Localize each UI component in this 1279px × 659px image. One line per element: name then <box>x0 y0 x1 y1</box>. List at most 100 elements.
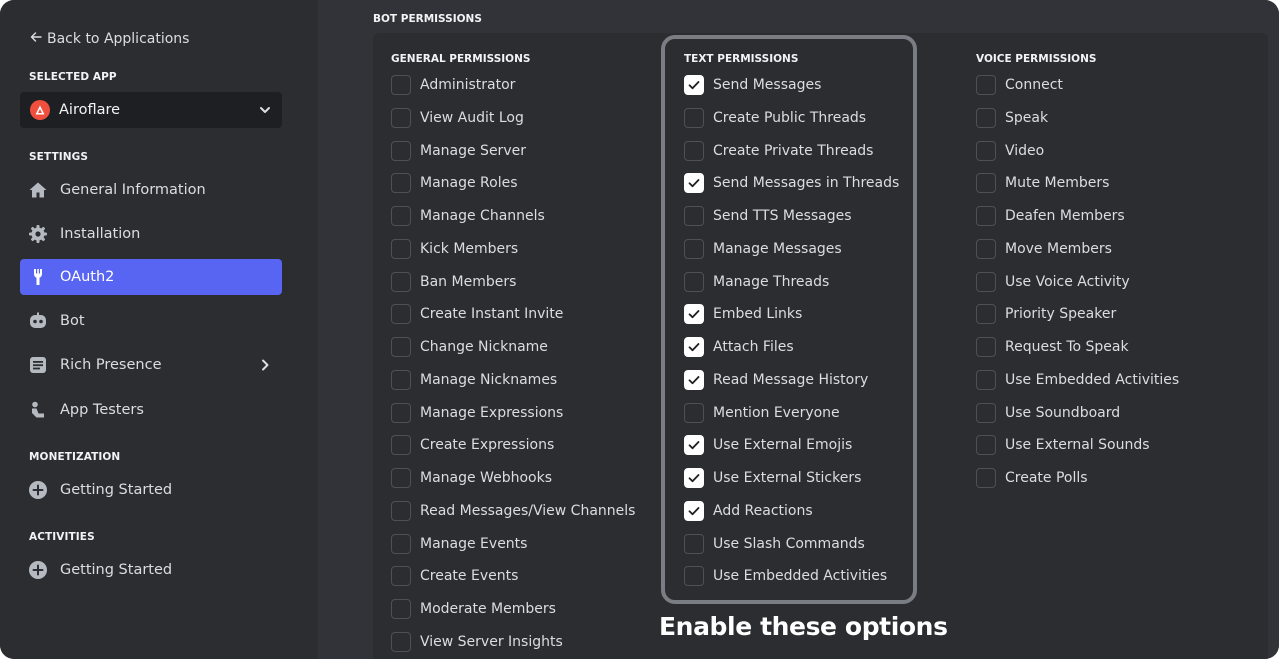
permission-checkbox-row[interactable]: Manage Nicknames <box>391 368 557 392</box>
permission-checkbox-row[interactable]: Manage Roles <box>391 171 518 195</box>
permission-checkbox-row[interactable]: Use External Emojis <box>684 433 852 457</box>
checkbox[interactable] <box>684 206 704 226</box>
app-selector[interactable]: Airoflare <box>20 92 282 128</box>
permission-checkbox-row[interactable]: Read Messages/View Channels <box>391 499 635 523</box>
permission-checkbox-row[interactable]: Use External Stickers <box>684 466 861 490</box>
permission-checkbox-row[interactable]: Connect <box>976 73 1063 97</box>
checkbox[interactable] <box>391 75 411 95</box>
permission-checkbox-row[interactable]: Manage Server <box>391 139 526 163</box>
permission-checkbox-row[interactable]: Manage Events <box>391 532 527 556</box>
checkbox[interactable] <box>976 108 996 128</box>
sidebar-item-oauth2[interactable]: OAuth2 <box>20 259 282 295</box>
permission-checkbox-row[interactable]: Embed Links <box>684 302 802 326</box>
permission-checkbox-row[interactable]: Create Public Threads <box>684 106 866 130</box>
permission-checkbox-row[interactable]: Send TTS Messages <box>684 204 852 228</box>
permission-checkbox-row[interactable]: View Server Insights <box>391 630 563 654</box>
checkbox[interactable] <box>391 173 411 193</box>
checkbox[interactable] <box>391 403 411 423</box>
permission-checkbox-row[interactable]: Priority Speaker <box>976 302 1116 326</box>
checkbox[interactable] <box>684 141 704 161</box>
back-to-applications-link[interactable]: Back to Applications <box>29 30 189 48</box>
permission-checkbox-row[interactable]: Use Soundboard <box>976 401 1120 425</box>
permission-checkbox-row[interactable]: Use Slash Commands <box>684 532 865 556</box>
permission-checkbox-row[interactable]: Use External Sounds <box>976 433 1150 457</box>
permission-checkbox-row[interactable]: Mute Members <box>976 171 1109 195</box>
permission-checkbox-row[interactable]: Use Embedded Activities <box>976 368 1179 392</box>
checkbox[interactable] <box>391 632 411 652</box>
checkbox[interactable] <box>391 337 411 357</box>
permission-checkbox-row[interactable]: Administrator <box>391 73 515 97</box>
permission-checkbox-row[interactable]: Ban Members <box>391 270 516 294</box>
checkbox[interactable] <box>976 173 996 193</box>
permission-checkbox-row[interactable]: Speak <box>976 106 1048 130</box>
checkbox[interactable] <box>391 435 411 455</box>
checkbox-checked[interactable] <box>684 304 704 324</box>
permission-checkbox-row[interactable]: Use Voice Activity <box>976 270 1130 294</box>
checkbox[interactable] <box>391 566 411 586</box>
permission-checkbox-row[interactable]: Send Messages <box>684 73 821 97</box>
checkbox[interactable] <box>391 501 411 521</box>
sidebar-item-bot[interactable]: Bot <box>20 303 282 339</box>
permission-checkbox-row[interactable]: Manage Expressions <box>391 401 563 425</box>
checkbox[interactable] <box>684 108 704 128</box>
permission-checkbox-row[interactable]: Manage Channels <box>391 204 545 228</box>
permission-checkbox-row[interactable]: Create Polls <box>976 466 1088 490</box>
permission-checkbox-row[interactable]: Create Instant Invite <box>391 302 563 326</box>
checkbox-checked[interactable] <box>684 337 704 357</box>
checkbox[interactable] <box>976 141 996 161</box>
checkbox[interactable] <box>391 108 411 128</box>
checkbox[interactable] <box>391 272 411 292</box>
checkbox[interactable] <box>976 304 996 324</box>
sidebar-item-activities-getting-started[interactable]: Getting Started <box>20 552 282 588</box>
permission-checkbox-row[interactable]: Manage Messages <box>684 237 842 261</box>
checkbox[interactable] <box>391 141 411 161</box>
checkbox-checked[interactable] <box>684 370 704 390</box>
permission-checkbox-row[interactable]: Send Messages in Threads <box>684 171 899 195</box>
permission-checkbox-row[interactable]: Create Expressions <box>391 433 554 457</box>
permission-checkbox-row[interactable]: Create Private Threads <box>684 139 873 163</box>
checkbox[interactable] <box>976 370 996 390</box>
sidebar-item-general-information[interactable]: General Information <box>20 172 282 208</box>
checkbox[interactable] <box>976 337 996 357</box>
checkbox-checked[interactable] <box>684 435 704 455</box>
checkbox[interactable] <box>684 566 704 586</box>
checkbox[interactable] <box>391 599 411 619</box>
permission-checkbox-row[interactable]: Read Message History <box>684 368 868 392</box>
checkbox[interactable] <box>684 403 704 423</box>
checkbox[interactable] <box>391 370 411 390</box>
checkbox[interactable] <box>391 534 411 554</box>
permission-checkbox-row[interactable]: Create Events <box>391 564 518 588</box>
checkbox-checked[interactable] <box>684 173 704 193</box>
checkbox[interactable] <box>976 239 996 259</box>
checkbox-checked[interactable] <box>684 501 704 521</box>
permission-checkbox-row[interactable]: Move Members <box>976 237 1112 261</box>
permission-checkbox-row[interactable]: Request To Speak <box>976 335 1129 359</box>
checkbox[interactable] <box>684 534 704 554</box>
permission-checkbox-row[interactable]: View Audit Log <box>391 106 524 130</box>
permission-checkbox-row[interactable]: Attach Files <box>684 335 794 359</box>
checkbox[interactable] <box>391 304 411 324</box>
checkbox[interactable] <box>684 239 704 259</box>
checkbox[interactable] <box>391 468 411 488</box>
permission-checkbox-row[interactable]: Video <box>976 139 1044 163</box>
permission-checkbox-row[interactable]: Deafen Members <box>976 204 1125 228</box>
permission-checkbox-row[interactable]: Manage Webhooks <box>391 466 552 490</box>
permission-checkbox-row[interactable]: Kick Members <box>391 237 518 261</box>
checkbox[interactable] <box>976 272 996 292</box>
checkbox-checked[interactable] <box>684 75 704 95</box>
checkbox[interactable] <box>976 468 996 488</box>
checkbox[interactable] <box>684 272 704 292</box>
checkbox[interactable] <box>976 403 996 423</box>
checkbox[interactable] <box>391 239 411 259</box>
checkbox-checked[interactable] <box>684 468 704 488</box>
permission-checkbox-row[interactable]: Use Embedded Activities <box>684 564 887 588</box>
sidebar-item-monetization-getting-started[interactable]: Getting Started <box>20 472 282 508</box>
checkbox[interactable] <box>976 75 996 95</box>
checkbox[interactable] <box>976 206 996 226</box>
permission-checkbox-row[interactable]: Change Nickname <box>391 335 548 359</box>
sidebar-item-app-testers[interactable]: App Testers <box>20 392 282 428</box>
permission-checkbox-row[interactable]: Add Reactions <box>684 499 813 523</box>
permission-checkbox-row[interactable]: Mention Everyone <box>684 401 840 425</box>
permission-checkbox-row[interactable]: Manage Threads <box>684 270 829 294</box>
permission-checkbox-row[interactable]: Moderate Members <box>391 597 556 621</box>
